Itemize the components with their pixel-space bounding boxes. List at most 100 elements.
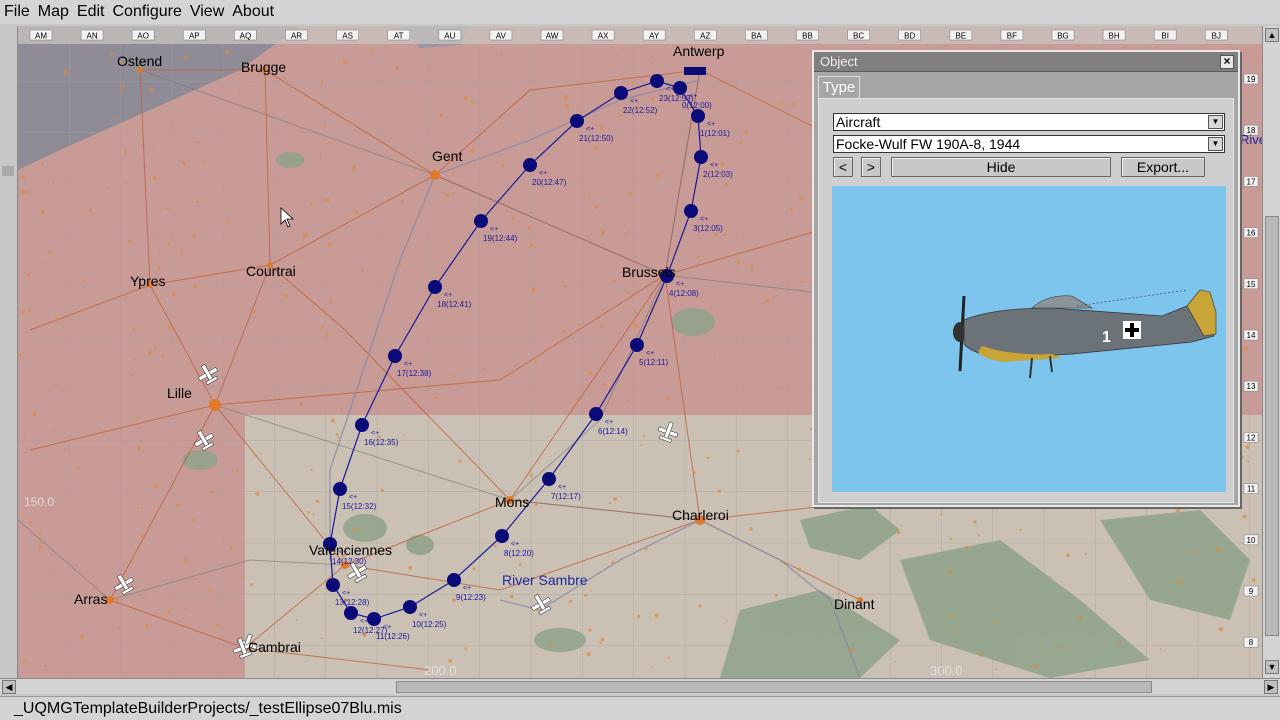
waypoint-marker[interactable] <box>614 86 628 100</box>
waypoint-label: 7(12:17) <box>551 492 581 501</box>
grid-column-label: AS <box>342 32 353 41</box>
chevron-down-icon[interactable]: ▼ <box>1208 115 1223 129</box>
waypoint-label: 22(12:52) <box>623 106 658 115</box>
left-scroll-strip[interactable] <box>0 26 18 678</box>
takeoff-marker-icon[interactable] <box>684 67 706 75</box>
object-category-select[interactable]: Aircraft ▼ <box>833 113 1225 131</box>
grid-row-label: 9 <box>1249 587 1254 596</box>
menu-map[interactable]: Map <box>38 3 69 21</box>
horizontal-scroll-thumb[interactable] <box>396 681 1152 693</box>
scroll-left-arrow-icon[interactable]: ◀ <box>2 680 16 694</box>
waypoint-marker[interactable] <box>403 600 417 614</box>
menu-about[interactable]: About <box>232 3 274 21</box>
grid-column-label: AP <box>189 32 200 41</box>
grid-column-label: AT <box>394 32 404 41</box>
menu-edit[interactable]: Edit <box>77 3 105 21</box>
waypoint-marker[interactable] <box>630 338 644 352</box>
aircraft-type-value: Focke-Wulf FW 190A-8, 1944 <box>836 136 1021 152</box>
grid-column-label: AY <box>649 32 660 41</box>
aircraft-type-select[interactable]: Focke-Wulf FW 190A-8, 1944 ▼ <box>833 135 1225 153</box>
waypoint-marker[interactable] <box>650 74 664 88</box>
city-arras: Arras <box>74 591 107 607</box>
waypoint-marker-prefix: <+ <box>490 226 498 233</box>
city-brugge: Brugge <box>241 59 286 75</box>
waypoint-marker[interactable] <box>447 573 461 587</box>
waypoint-marker[interactable] <box>523 158 537 172</box>
waypoint-label: 10(12:25) <box>412 620 447 629</box>
waypoint-marker[interactable] <box>367 612 381 626</box>
waypoint-marker[interactable] <box>333 482 347 496</box>
grid-column-label: AZ <box>700 32 710 41</box>
grid-column-label: BF <box>1007 32 1017 41</box>
close-icon[interactable]: × <box>1220 55 1234 69</box>
waypoint-marker[interactable] <box>691 109 705 123</box>
export-button[interactable]: Export... <box>1121 157 1205 177</box>
scroll-down-arrow-icon[interactable]: ▼ <box>1265 660 1279 674</box>
waypoint-marker-prefix: <+ <box>700 216 708 223</box>
prev-button[interactable]: < <box>833 157 853 177</box>
vertical-scrollbar[interactable]: ▲ ▼ <box>1262 26 1280 678</box>
city-brussels: Brussels <box>622 264 676 280</box>
grid-column-label: AV <box>496 32 507 41</box>
river-sambre-label: River Sambre <box>502 572 588 588</box>
object-category-value: Aircraft <box>836 114 881 130</box>
waypoint-marker[interactable] <box>344 606 358 620</box>
waypoint-label: 12(12:27) <box>353 626 388 635</box>
grid-column-label: BB <box>802 32 813 41</box>
menu-bar: File Map Edit Configure View About <box>0 0 1280 24</box>
waypoint-marker-prefix: <+ <box>666 86 674 93</box>
waypoint-marker-prefix: <+ <box>349 494 357 501</box>
tab-type[interactable]: Type <box>818 76 860 98</box>
grid-column-label: AW <box>546 32 559 41</box>
menu-configure[interactable]: Configure <box>112 3 181 21</box>
menu-view[interactable]: View <box>190 3 224 21</box>
city-mons: Mons <box>495 494 529 510</box>
waypoint-marker[interactable] <box>589 407 603 421</box>
chevron-down-icon[interactable]: ▼ <box>1208 137 1223 151</box>
aircraft-preview: 1 <box>832 186 1226 492</box>
waypoint-marker[interactable] <box>570 114 584 128</box>
waypoint-label: 4(12:08) <box>669 289 699 298</box>
scroll-right-arrow-icon[interactable]: ▶ <box>1264 680 1278 694</box>
object-panel-titlebar[interactable]: Object × <box>814 52 1238 72</box>
city-antwerp: Antwerp <box>673 43 725 59</box>
vertical-scroll-thumb[interactable] <box>1265 216 1279 636</box>
waypoint-marker-prefix: <+ <box>676 281 684 288</box>
waypoint-marker-prefix: <+ <box>419 612 427 619</box>
horizontal-scrollbar[interactable]: ◀ ▶ <box>0 678 1280 694</box>
next-button[interactable]: > <box>861 157 881 177</box>
waypoint-marker-prefix: <+ <box>360 618 368 625</box>
scroll-up-arrow-icon[interactable]: ▲ <box>1265 28 1279 42</box>
waypoint-label: 8(12:20) <box>504 549 534 558</box>
grid-column-label: AQ <box>240 32 252 41</box>
waypoint-label: 20(12:47) <box>532 178 567 187</box>
waypoint-label: 9(12:23) <box>456 593 486 602</box>
hide-button[interactable]: Hide <box>891 157 1111 177</box>
waypoint-marker[interactable] <box>684 204 698 218</box>
waypoint-marker[interactable] <box>388 349 402 363</box>
waypoint-label: 5(12:11) <box>639 358 669 367</box>
grid-column-label: BE <box>955 32 966 41</box>
waypoint-label: 18(12:41) <box>437 300 472 309</box>
left-scroll-thumb[interactable] <box>2 166 14 176</box>
waypoint-label: 6(12:14) <box>598 427 628 436</box>
waypoint-marker[interactable] <box>673 81 687 95</box>
grid-row-label: 8 <box>1249 638 1254 647</box>
object-panel: Object × Type Aircraft ▼ Focke-Wulf FW 1… <box>812 50 1240 507</box>
waypoint-marker[interactable] <box>428 280 442 294</box>
mission-file-path: _UQMGTemplateBuilderProjects/_testEllips… <box>14 699 402 717</box>
waypoint-marker[interactable] <box>355 418 369 432</box>
waypoint-marker[interactable] <box>326 578 340 592</box>
waypoint-label: 2(12:03) <box>703 170 733 179</box>
waypoint-marker-prefix: <+ <box>539 170 547 177</box>
grid-column-label: AR <box>291 32 302 41</box>
waypoint-marker[interactable] <box>542 472 556 486</box>
range-label: 300.0 <box>930 663 963 678</box>
waypoint-marker[interactable] <box>474 214 488 228</box>
menu-file[interactable]: File <box>4 3 30 21</box>
grid-column-label: AX <box>598 32 609 41</box>
waypoint-marker[interactable] <box>694 150 708 164</box>
grid-row-label: 13 <box>1247 382 1256 391</box>
waypoint-marker[interactable] <box>495 529 509 543</box>
object-panel-title: Object <box>820 54 858 69</box>
